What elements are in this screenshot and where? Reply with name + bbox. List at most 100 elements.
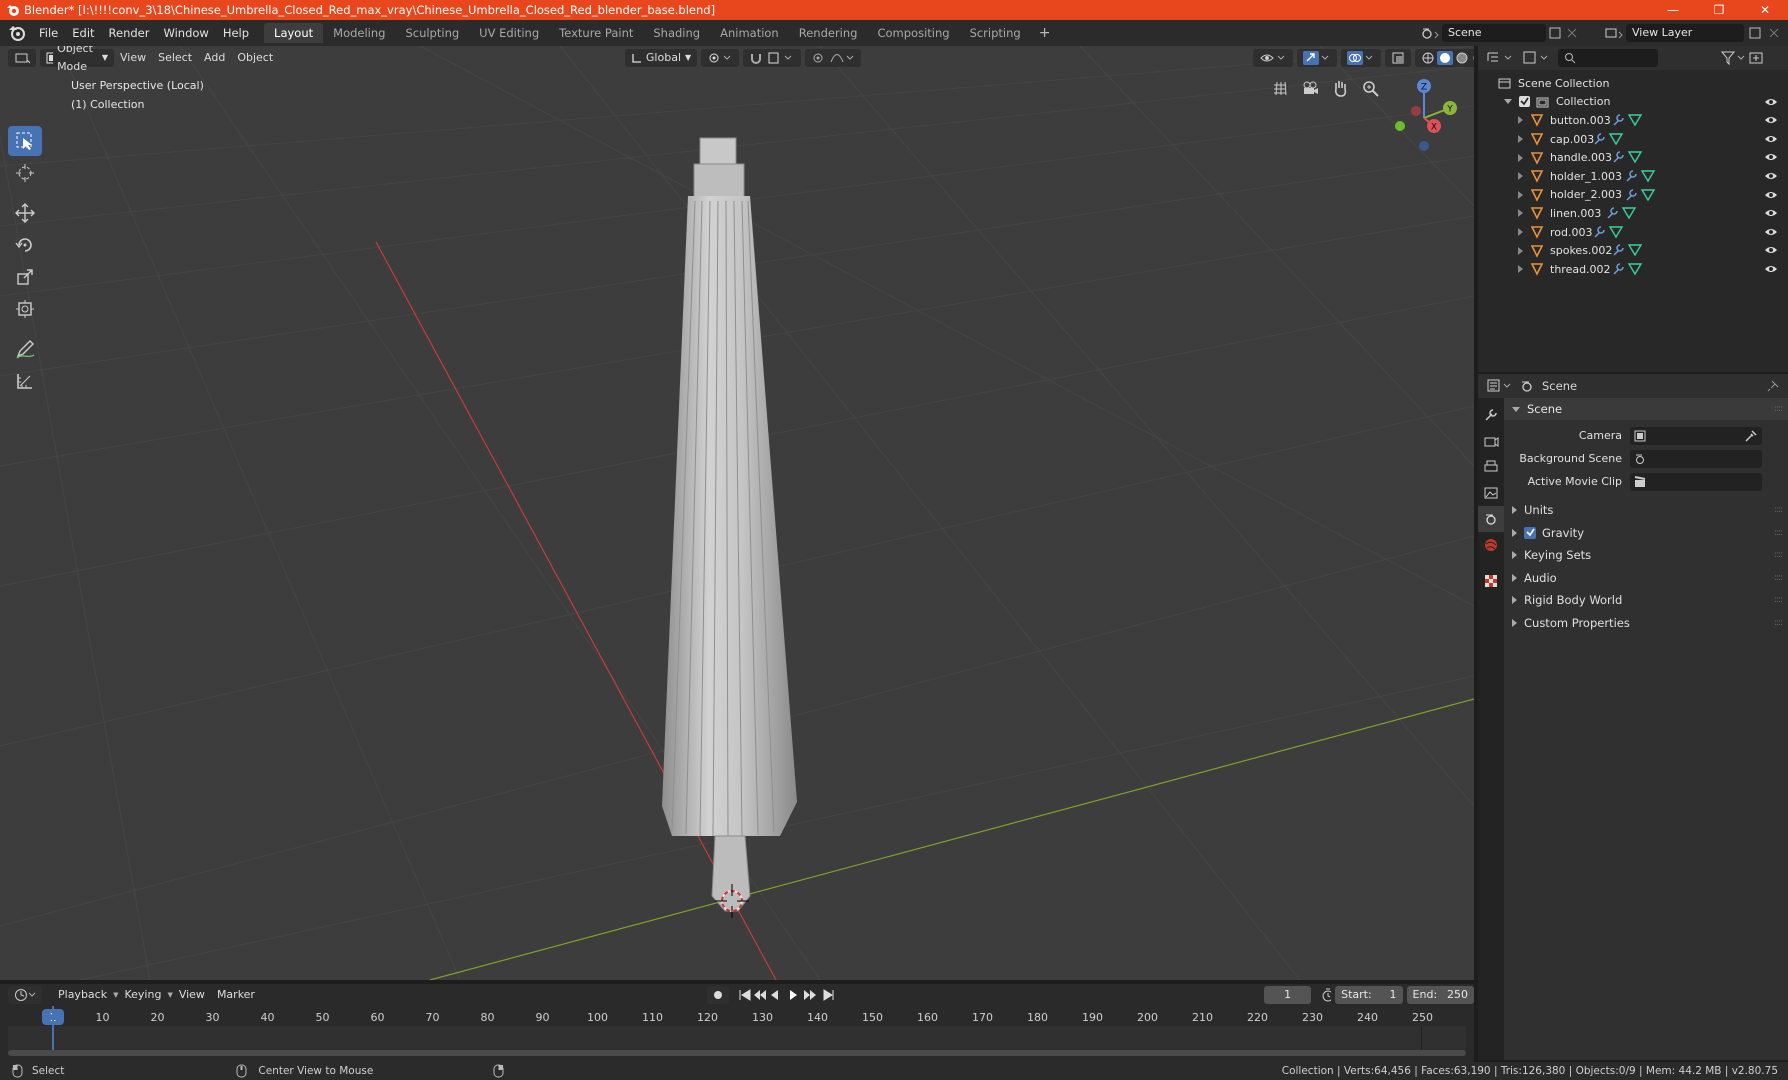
rotate-tool[interactable] (8, 230, 42, 260)
scene-collection-row[interactable]: Scene Collection (1478, 74, 1788, 93)
tab-texture[interactable] (1478, 568, 1504, 594)
drag-handle-icon[interactable]: :::: (1774, 573, 1783, 583)
pan-view-button[interactable] (1328, 76, 1352, 100)
expand-icon[interactable] (1518, 228, 1523, 237)
record-button[interactable] (706, 986, 729, 1004)
tab-world[interactable] (1478, 532, 1504, 558)
timeline-menu-view[interactable]: View (173, 986, 211, 1004)
expand-icon[interactable] (1518, 190, 1523, 199)
playhead[interactable] (52, 1006, 54, 1050)
overlays-toggle[interactable] (1341, 49, 1382, 67)
modifier-wrench-icon[interactable] (1625, 169, 1659, 183)
expand-icon[interactable] (1518, 246, 1523, 255)
outliner-editor-icon[interactable] (1486, 50, 1516, 66)
eye-icon[interactable] (1764, 133, 1778, 145)
new-view-layer-icon[interactable] (1744, 25, 1784, 41)
visibility-dropdown[interactable] (1253, 49, 1294, 67)
end-frame-field[interactable]: End: 250 (1406, 986, 1474, 1004)
view-layer-selector[interactable]: View Layer (1604, 23, 1784, 43)
modifier-wrench-icon[interactable] (1612, 150, 1646, 164)
stopwatch-icon[interactable] (1317, 988, 1332, 1002)
current-frame-field[interactable]: 1 (1263, 986, 1312, 1004)
modifier-wrench-icon[interactable] (1593, 132, 1627, 146)
scene-name-field[interactable]: Scene (1442, 24, 1546, 42)
menu-file[interactable]: File (32, 23, 65, 43)
tab-render[interactable] (1478, 428, 1504, 454)
cursor-tool[interactable] (8, 158, 42, 188)
timeline-menu-marker[interactable]: Marker (211, 986, 261, 1004)
expand-icon[interactable] (1518, 153, 1523, 162)
viewport-scene[interactable] (0, 46, 1474, 980)
drag-handle-icon[interactable]: :::: (1774, 505, 1783, 515)
eye-icon[interactable] (1764, 207, 1778, 219)
collection-include-checkbox[interactable] (1519, 96, 1530, 108)
modifier-wrench-icon[interactable] (1625, 188, 1659, 202)
tab-layout[interactable]: Layout (264, 23, 324, 43)
tab-modeling[interactable]: Modeling (323, 23, 395, 43)
menu-render[interactable]: Render (102, 23, 157, 43)
viewport-menu-object[interactable]: Object (231, 49, 279, 67)
tab-animation[interactable]: Animation (710, 23, 789, 43)
menu-window[interactable]: Window (156, 23, 215, 43)
background-scene-field[interactable] (1630, 449, 1762, 468)
keying-sets-panel[interactable]: Keying Sets:::: (1504, 544, 1788, 567)
filter-icon[interactable] (1720, 50, 1748, 66)
drag-handle-icon[interactable]: :::: (1774, 528, 1783, 538)
tab-scene[interactable] (1478, 506, 1504, 532)
tab-scripting[interactable]: Scripting (960, 23, 1031, 43)
collection-row[interactable]: Collection (1478, 93, 1788, 112)
blender-logo-icon[interactable] (8, 24, 26, 42)
custom-properties-panel[interactable]: Custom Properties:::: (1504, 612, 1788, 635)
umbrella-model[interactable] (662, 137, 797, 912)
outliner-search-input[interactable] (1558, 49, 1658, 67)
tab-shading[interactable]: Shading (643, 23, 710, 43)
drag-handle-icon[interactable]: :::: (1774, 595, 1783, 605)
timeline-scrollbar[interactable] (8, 1050, 1466, 1056)
outliner-object-row[interactable]: button.003 (1478, 111, 1788, 130)
eye-icon[interactable] (1764, 151, 1778, 163)
gizmo-neg-z-handle[interactable] (1419, 141, 1429, 151)
xray-toggle[interactable] (1385, 49, 1412, 67)
view-layer-field[interactable]: View Layer (1626, 24, 1744, 42)
eyedropper-icon[interactable] (1744, 429, 1758, 443)
pivot-point-dropdown[interactable] (701, 49, 740, 67)
proportional-edit-toggle[interactable] (805, 49, 862, 67)
annotate-tool[interactable] (8, 334, 42, 364)
drag-handle-icon[interactable]: :::: (1774, 550, 1783, 560)
viewport-menu-view[interactable]: View (114, 49, 152, 67)
eye-icon[interactable] (1764, 263, 1778, 275)
outliner-object-row[interactable]: spokes.002 (1478, 241, 1788, 260)
menu-edit[interactable]: Edit (65, 23, 101, 43)
eye-icon[interactable] (1764, 96, 1778, 108)
minimize-icon[interactable]: — (1650, 0, 1696, 20)
rigid-body-world-panel[interactable]: Rigid Body World:::: (1504, 589, 1788, 612)
transport-icons[interactable] (738, 988, 848, 1002)
modifier-wrench-icon[interactable] (1612, 243, 1646, 257)
pin-icon[interactable] (1766, 379, 1780, 393)
camera-field[interactable] (1630, 426, 1762, 445)
transform-tool[interactable] (8, 294, 42, 324)
timeline-editor-type-button[interactable] (8, 986, 42, 1004)
expand-icon[interactable] (1518, 172, 1523, 181)
select-box-tool[interactable] (8, 126, 42, 156)
menu-help[interactable]: Help (216, 23, 256, 43)
tab-sculpting[interactable]: Sculpting (395, 23, 469, 43)
tab-view-layer[interactable] (1478, 480, 1504, 506)
expand-collection-icon[interactable] (1504, 99, 1512, 105)
outliner-object-row[interactable]: cap.003 (1478, 130, 1788, 149)
gravity-panel[interactable]: Gravity:::: (1504, 522, 1788, 545)
shading-modes[interactable] (1415, 49, 1474, 67)
display-mode-icon[interactable] (1522, 50, 1552, 66)
measure-tool[interactable] (8, 366, 42, 396)
outliner-object-row[interactable]: rod.003 (1478, 223, 1788, 242)
properties-editor-icon[interactable] (1486, 378, 1514, 394)
outliner-object-row[interactable]: holder_1.003 (1478, 167, 1788, 186)
add-workspace-button[interactable]: + (1031, 23, 1059, 43)
expand-icon[interactable] (1518, 135, 1523, 144)
outliner-object-row[interactable]: handle.003 (1478, 148, 1788, 167)
gravity-checkbox[interactable] (1524, 526, 1536, 539)
tab-compositing[interactable]: Compositing (867, 23, 959, 43)
new-scene-icon[interactable] (1546, 25, 1580, 41)
tab-tool[interactable] (1478, 402, 1504, 428)
scale-tool[interactable] (8, 262, 42, 292)
